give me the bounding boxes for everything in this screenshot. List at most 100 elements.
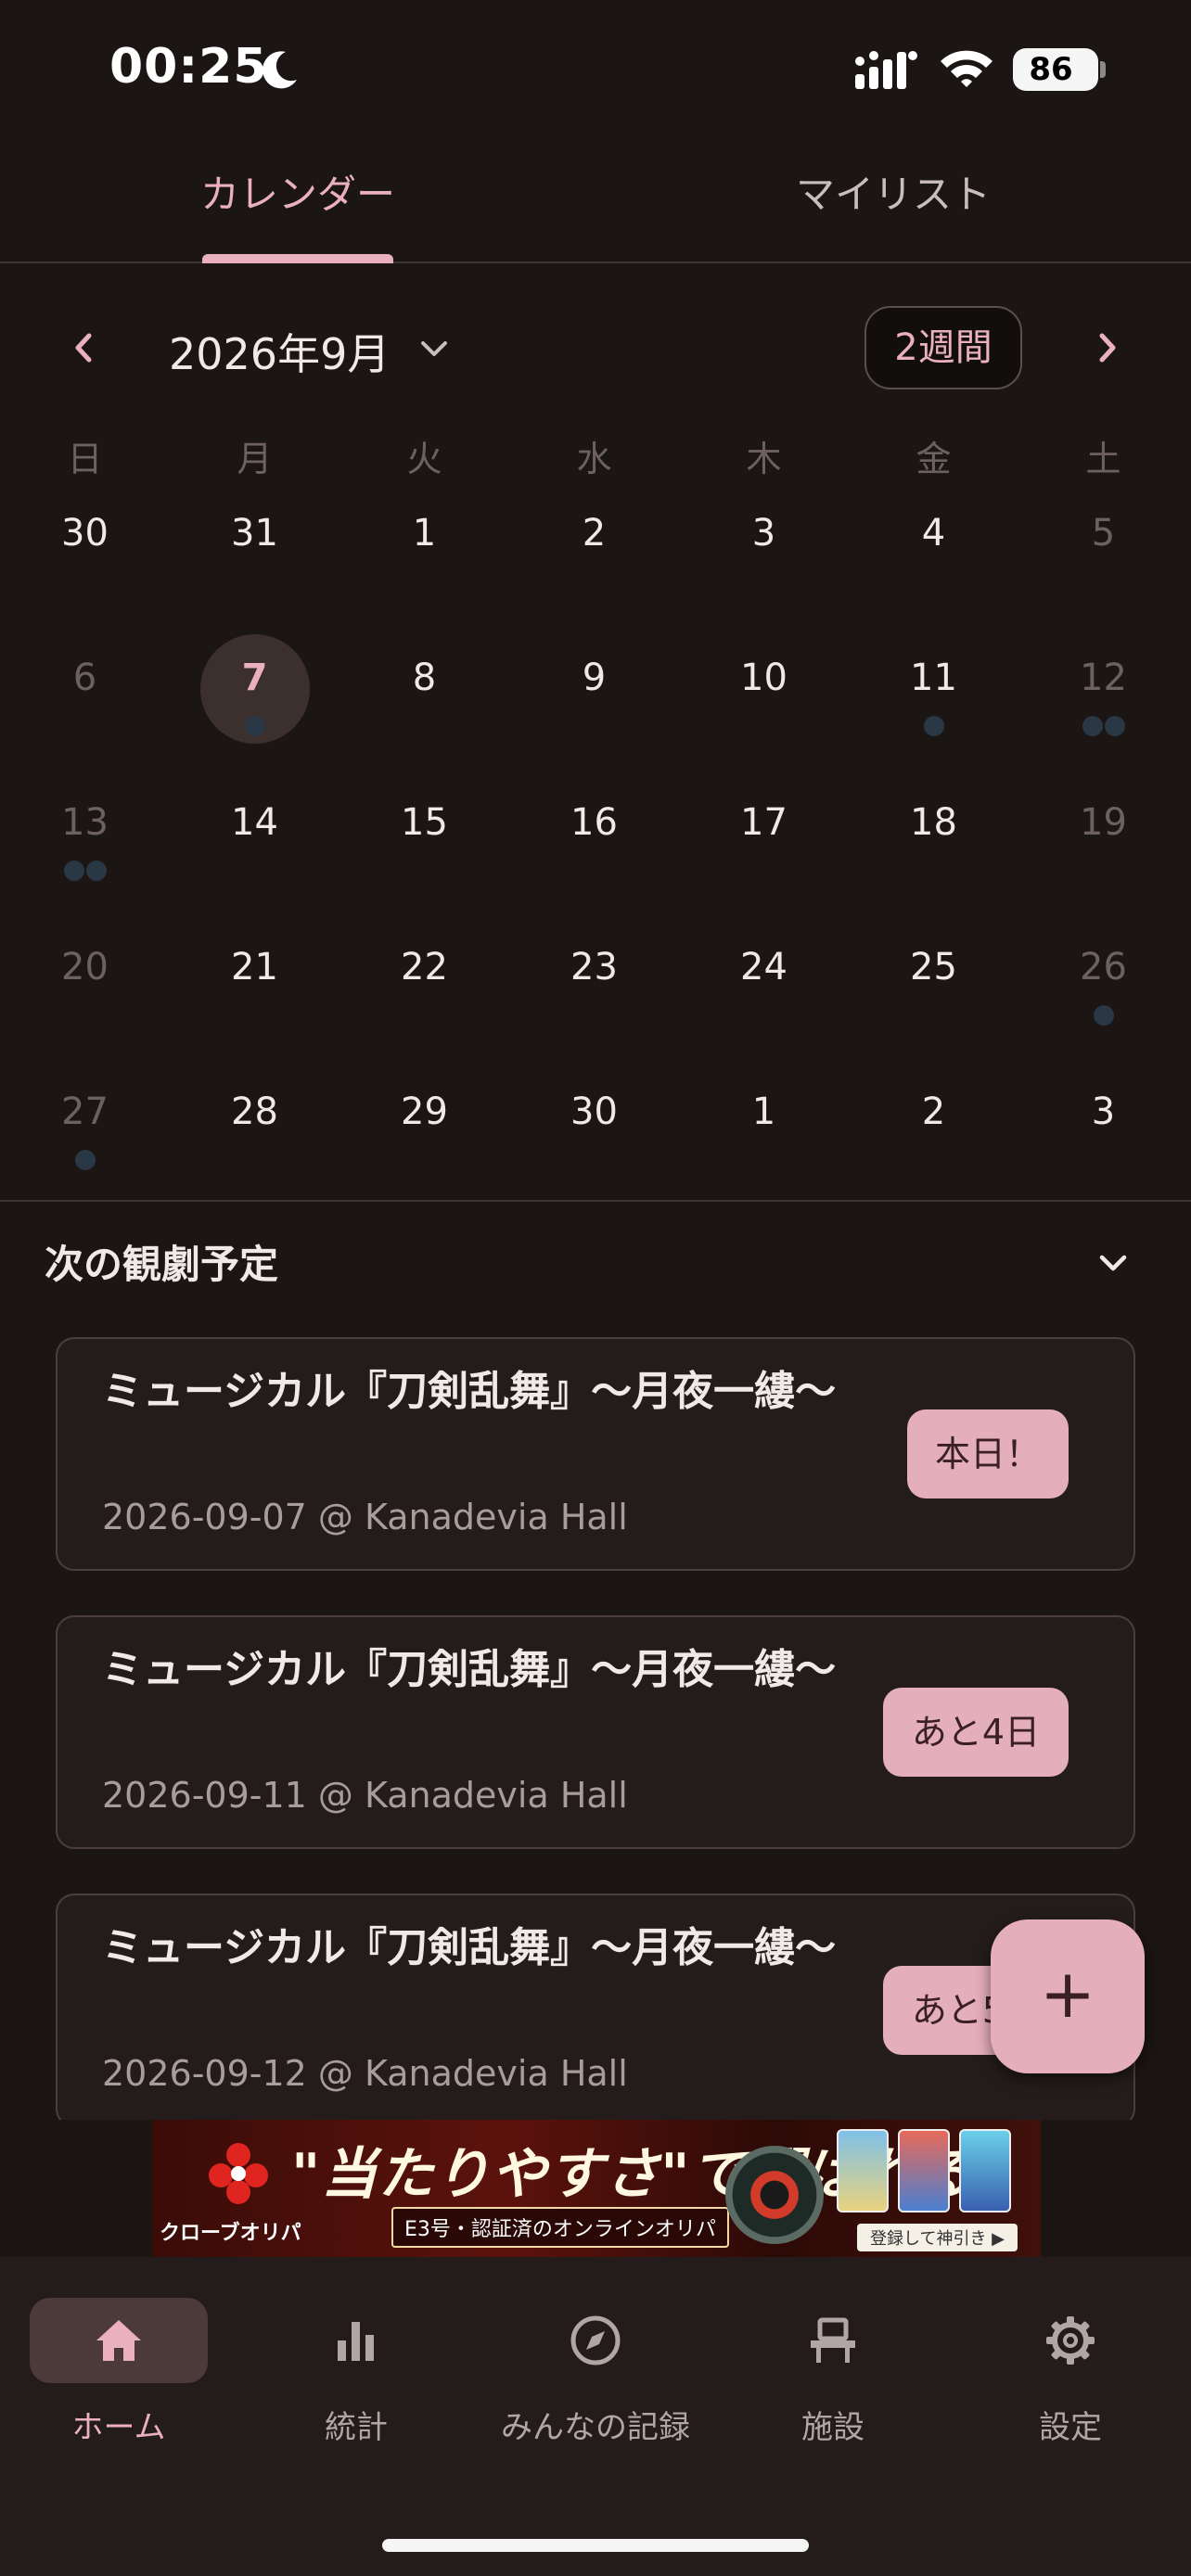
nav-home[interactable]: ホーム (0, 2298, 237, 2455)
tab-calendar[interactable]: カレンダー (0, 148, 596, 263)
calendar-day[interactable]: 24 (679, 925, 849, 1070)
weekday-header: 金 (916, 439, 952, 479)
weekday-header: 日 (67, 439, 103, 479)
nav-label: 統計 (325, 2409, 388, 2446)
ad-card-image (837, 2129, 889, 2213)
calendar-day[interactable]: 6 (0, 636, 170, 781)
upcoming-card[interactable]: ミュージカル『刀剣乱舞』〜月夜一縷〜 2026-09-11 @ Kanadevi… (56, 1615, 1135, 1849)
calendar-day[interactable]: 30 (509, 1070, 679, 1215)
calendar-day[interactable]: 22 (339, 925, 509, 1070)
day-number: 3 (751, 512, 776, 555)
nav-stats[interactable]: 統計 (237, 2298, 475, 2455)
calendar-day[interactable]: 11 (849, 636, 1018, 781)
weekday-header: 木 (746, 439, 782, 479)
nav-community[interactable]: みんなの記録 (477, 2298, 714, 2455)
ad-banner[interactable]: クローブオリパ "当たりやすさ"で選ばれる E3号・認証済のオンラインオリパ 登… (152, 2120, 1041, 2257)
calendar-day[interactable]: 16 (509, 781, 679, 925)
chevron-down-icon[interactable] (1093, 1243, 1133, 1283)
event-dot (1093, 1005, 1114, 1026)
theater-seat-icon (811, 2317, 855, 2363)
day-number: 29 (401, 1090, 448, 1133)
day-number: 14 (231, 801, 278, 844)
day-number: 17 (740, 801, 788, 844)
day-number: 23 (570, 946, 618, 988)
calendar-day[interactable]: 18 (849, 781, 1018, 925)
calendar-day[interactable]: 28 (170, 1070, 339, 1215)
calendar-day[interactable]: 5 (1018, 491, 1188, 636)
calendar-day[interactable]: 1 (679, 1070, 849, 1215)
day-number: 10 (740, 657, 788, 699)
day-number: 22 (401, 946, 448, 988)
day-number: 16 (570, 801, 618, 844)
calendar-day[interactable]: 3 (1018, 1070, 1188, 1215)
card-date-venue: 2026-09-07 @ Kanadevia Hall (102, 1497, 628, 1537)
status-bar: 00:25 86 (0, 0, 1191, 139)
ad-cta-button[interactable]: 登録して神引き ▶ (857, 2224, 1018, 2251)
calendar-day[interactable]: 13 (0, 781, 170, 925)
calendar-day[interactable]: 25 (849, 925, 1018, 1070)
day-number: 25 (910, 946, 957, 988)
calendar-day[interactable]: 30 (0, 491, 170, 636)
day-number: 30 (570, 1090, 618, 1133)
day-number: 21 (231, 946, 278, 988)
event-dot (1082, 716, 1103, 736)
calendar-day-today[interactable]: 7 (170, 634, 339, 781)
event-dots (1018, 1005, 1188, 1027)
calendar-day[interactable]: 31 (170, 491, 339, 636)
calendar-day[interactable]: 12 (1018, 636, 1188, 781)
nav-venues[interactable]: 施設 (714, 2298, 952, 2455)
calendar-day[interactable]: 2 (509, 491, 679, 636)
calendar-day[interactable]: 19 (1018, 781, 1188, 925)
card-date-venue: 2026-09-11 @ Kanadevia Hall (102, 1775, 628, 1816)
calendar-day[interactable]: 21 (170, 925, 339, 1070)
month-header: 2026年9月 2週間 (0, 297, 1191, 399)
event-dot (74, 1150, 96, 1170)
day-number: 7 (241, 657, 268, 699)
day-number: 6 (72, 657, 97, 699)
event-dot (63, 861, 84, 881)
calendar-day[interactable]: 23 (509, 925, 679, 1070)
calendar-day[interactable]: 14 (170, 781, 339, 925)
chevron-down-icon[interactable] (416, 330, 453, 367)
prev-month-button[interactable] (65, 325, 102, 371)
nav-settings[interactable]: 設定 (952, 2298, 1189, 2455)
add-event-button[interactable]: + (991, 1919, 1145, 2073)
day-number: 9 (582, 657, 607, 699)
tab-mylist[interactable]: マイリスト (596, 148, 1191, 263)
view-range-toggle[interactable]: 2週間 (864, 306, 1022, 389)
event-dots (170, 716, 339, 738)
calendar-day[interactable]: 20 (0, 925, 170, 1070)
calendar-day[interactable]: 29 (339, 1070, 509, 1215)
day-number: 5 (1091, 512, 1116, 555)
calendar-day[interactable]: 4 (849, 491, 1018, 636)
day-number: 15 (401, 801, 448, 844)
calendar-day[interactable]: 15 (339, 781, 509, 925)
month-selector[interactable]: 2026年9月 (169, 321, 390, 382)
event-dots (0, 1150, 170, 1172)
nav-label: 施設 (801, 2409, 864, 2446)
ad-brand: クローブオリパ (160, 2222, 301, 2245)
moon-icon (263, 51, 297, 89)
nav-label: みんなの記録 (501, 2409, 690, 2446)
calendar-day[interactable]: 26 (1018, 925, 1188, 1070)
calendar-day[interactable]: 8 (339, 636, 509, 781)
ad-logo-icon (209, 2143, 268, 2204)
event-dot (923, 716, 944, 736)
calendar-day[interactable]: 1 (339, 491, 509, 636)
card-title: ミュージカル『刀剣乱舞』〜月夜一縷〜 (102, 1368, 837, 1415)
calendar-day[interactable]: 27 (0, 1070, 170, 1215)
calendar-day[interactable]: 17 (679, 781, 849, 925)
next-month-button[interactable] (1089, 325, 1126, 371)
upcoming-card[interactable]: ミュージカル『刀剣乱舞』〜月夜一縷〜 2026-09-07 @ Kanadevi… (56, 1337, 1135, 1571)
ad-card-image (898, 2129, 950, 2213)
calendar-day[interactable]: 10 (679, 636, 849, 781)
calendar-day[interactable]: 9 (509, 636, 679, 781)
calendar-day[interactable]: 3 (679, 491, 849, 636)
event-dots (0, 861, 170, 883)
day-number: 8 (412, 657, 437, 699)
upcoming-card[interactable]: ミュージカル『刀剣乱舞』〜月夜一縷〜 2026-09-12 @ Kanadevi… (56, 1894, 1135, 2120)
day-number: 26 (1080, 946, 1127, 988)
calendar-day[interactable]: 2 (849, 1070, 1018, 1215)
battery-indicator: 86 (1013, 48, 1098, 91)
active-tab-indicator (202, 254, 393, 263)
